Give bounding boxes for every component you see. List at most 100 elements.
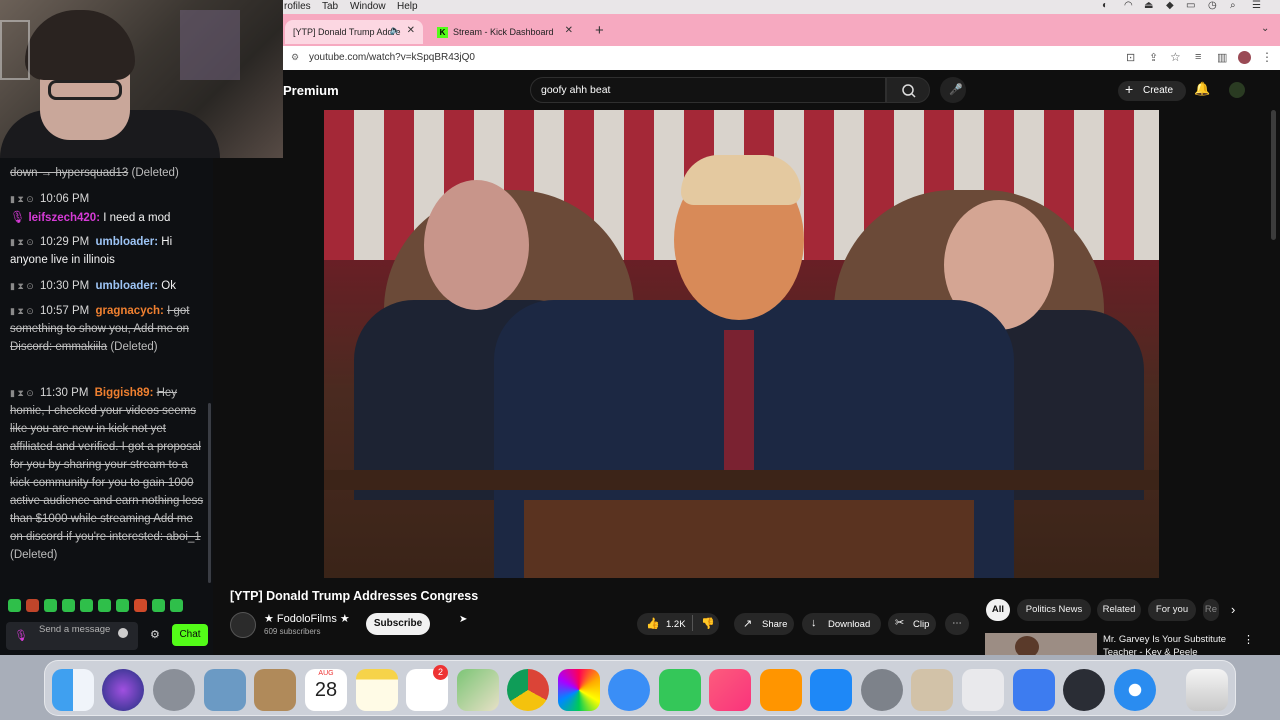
chat-scrollbar[interactable] [208, 403, 211, 583]
photos-icon[interactable] [558, 669, 600, 711]
siri-icon[interactable] [102, 669, 144, 711]
trash-icon[interactable] [1186, 669, 1228, 711]
emote-icon[interactable] [116, 599, 129, 612]
mouse-cursor-icon: ➤ [459, 614, 468, 625]
control-center-icon[interactable]: ☰ [1252, 0, 1261, 11]
chat-username[interactable]: gragnacych: [95, 305, 163, 317]
recommendation-title[interactable]: Mr. Garvey Is Your Substitute [1103, 634, 1226, 645]
app-store-icon[interactable] [810, 669, 852, 711]
finder-icon[interactable] [52, 669, 94, 711]
books-icon[interactable] [760, 669, 802, 711]
account-avatar-icon[interactable] [1229, 82, 1245, 98]
mic-icon[interactable]: 🎙 [14, 629, 28, 642]
music-icon[interactable] [709, 669, 751, 711]
emote-icon[interactable] [152, 599, 165, 612]
emote-icon[interactable] [44, 599, 57, 612]
more-actions-button[interactable]: ⋯ [945, 613, 969, 635]
emote-icon[interactable] [26, 599, 39, 612]
menu-help[interactable]: Help [397, 1, 418, 12]
emote-icon[interactable] [170, 599, 183, 612]
page-scrollbar[interactable] [1271, 110, 1276, 240]
chat-username[interactable]: umbloader: [95, 280, 158, 292]
recommendation-thumbnail[interactable] [985, 633, 1097, 655]
new-tab-icon[interactable]: + [595, 22, 604, 39]
emote-icon[interactable] [8, 599, 21, 612]
chevron-right-icon[interactable]: › [1231, 602, 1235, 617]
chip-for-you[interactable]: For you [1148, 599, 1196, 621]
search-input[interactable]: goofy ahh beat [530, 77, 886, 103]
volume-icon[interactable]: ◆ [1166, 0, 1174, 11]
channel-avatar[interactable] [230, 612, 256, 638]
chrome-icon[interactable] [507, 669, 549, 711]
youtube-premium-logo[interactable]: Premium [283, 83, 339, 98]
chat-placeholder: Send a message [39, 624, 111, 635]
recommendation-menu-icon[interactable]: ⋮ [1243, 633, 1254, 646]
siri-icon[interactable]: ◐ [1102, 0, 1108, 11]
emote-icon[interactable] [98, 599, 111, 612]
system-settings-icon[interactable] [861, 669, 903, 711]
chat-username[interactable]: umbloader: [95, 236, 158, 248]
dislike-icon[interactable]: 👎 [701, 617, 715, 630]
tab-youtube[interactable]: [YTP] Donald Trump Addre 🔈 ✕ [285, 20, 423, 44]
chat-input[interactable]: 🎙 Send a message [6, 622, 138, 650]
url-field[interactable]: youtube.com/watch?v=kSpqBR43jQ0 [309, 52, 475, 63]
site-info-icon[interactable]: ⚙ [291, 52, 299, 63]
maps-icon[interactable] [457, 669, 499, 711]
voice-search-button[interactable]: 🎤 [940, 77, 966, 103]
reminders-icon[interactable]: 2 [406, 665, 448, 711]
messages-icon[interactable] [608, 669, 650, 711]
video-player[interactable] [324, 110, 1159, 578]
wifi-icon[interactable]: ◠ [1124, 0, 1133, 11]
preview-icon[interactable] [204, 669, 246, 711]
install-icon[interactable]: ⊡ [1126, 51, 1135, 64]
obs-icon[interactable] [1063, 669, 1105, 711]
menu-tab[interactable]: Tab [322, 1, 338, 12]
audio-icon[interactable]: 🔈 [390, 25, 401, 36]
like-icon[interactable]: 👍 [646, 617, 660, 630]
subscribe-button[interactable]: Subscribe [366, 613, 430, 635]
tab-search-icon[interactable]: ⌄ [1261, 23, 1269, 34]
chip-recently-uploaded[interactable]: Re [1203, 599, 1219, 621]
search-icon[interactable]: ⌕ [1230, 0, 1236, 11]
menu-window[interactable]: Window [350, 1, 386, 12]
safari-icon[interactable] [1114, 669, 1156, 711]
reading-list-icon[interactable]: ≡ [1195, 51, 1201, 63]
battery-icon[interactable]: ▭ [1186, 0, 1195, 11]
chat-username[interactable]: leifszech420: [28, 212, 100, 224]
photo-booth-icon[interactable] [911, 669, 953, 711]
roblox-icon[interactable] [1013, 669, 1055, 711]
search-button[interactable] [886, 77, 930, 103]
close-tab-icon[interactable]: ✕ [565, 25, 573, 36]
tab-title: Stream - Kick Dashboard [453, 27, 554, 37]
emoji-icon[interactable] [118, 628, 128, 638]
calendar-icon[interactable]: AUG 28 [305, 669, 347, 711]
badge-icon: ▮ ⧗ ⊙ [10, 306, 34, 316]
close-tab-icon[interactable]: ✕ [407, 25, 415, 36]
bookmark-star-icon[interactable]: ☆ [1170, 50, 1181, 64]
tab-kick-dashboard[interactable]: K Stream - Kick Dashboard ✕ [429, 20, 581, 44]
eject-icon[interactable]: ⏏ [1144, 0, 1153, 11]
clock-icon[interactable]: ◷ [1208, 0, 1217, 11]
browser-menu-icon[interactable]: ⋮ [1261, 50, 1273, 64]
sidebar-icon[interactable]: ▥ [1217, 51, 1227, 64]
menu-profiles[interactable]: rofiles [284, 1, 311, 12]
chat-send-button[interactable]: Chat [172, 624, 208, 646]
facetime-icon[interactable] [659, 669, 701, 711]
share-icon[interactable]: ⇪ [1149, 51, 1158, 64]
chat-username[interactable]: Biggish89: [95, 387, 154, 399]
notifications-bell-icon[interactable]: 🔔 [1194, 81, 1210, 97]
microphone-icon: 🎤 [949, 84, 963, 96]
notes-folder-icon[interactable] [254, 669, 296, 711]
launchpad-icon[interactable] [153, 669, 195, 711]
chip-politics-news[interactable]: Politics News [1017, 599, 1091, 621]
emote-icon[interactable] [134, 599, 147, 612]
profile-avatar-icon[interactable] [1238, 51, 1251, 64]
chat-settings-icon[interactable]: ⚙ [150, 628, 160, 641]
emote-icon[interactable] [62, 599, 75, 612]
chip-all[interactable]: All [986, 599, 1010, 621]
chip-related[interactable]: Related [1097, 599, 1141, 621]
printer-icon[interactable] [962, 669, 1004, 711]
channel-name[interactable]: ★ FodoloFilms ★ [264, 612, 350, 625]
emote-icon[interactable] [80, 599, 93, 612]
notes-icon[interactable] [356, 669, 398, 711]
